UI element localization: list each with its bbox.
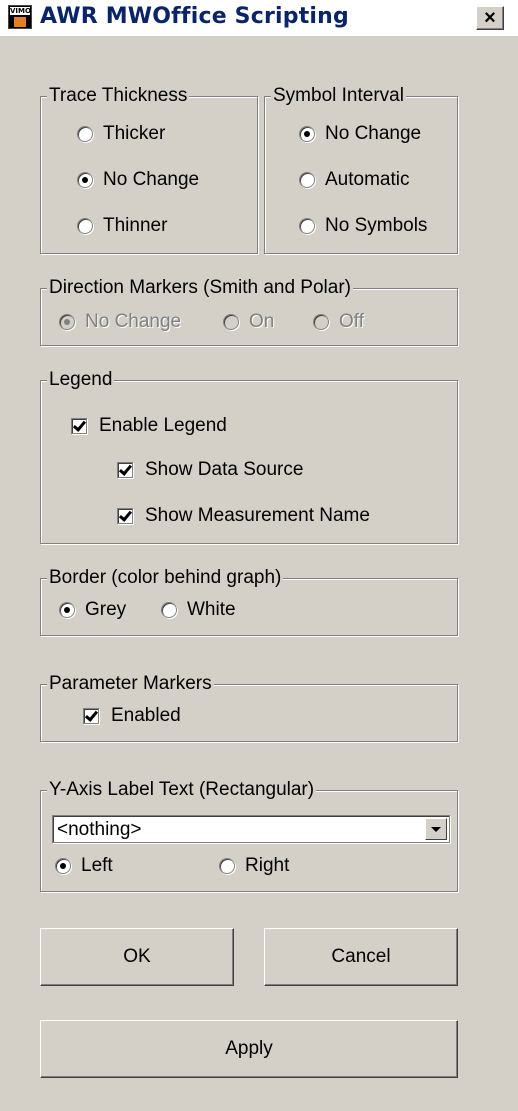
radio-circle-icon [55,858,71,874]
symbol-no-change-radio[interactable]: No Change [299,123,421,145]
radio-circle-icon [161,602,177,618]
symbol-no-symbols-radio[interactable]: No Symbols [299,215,427,237]
radio-circle-icon [299,172,315,188]
radio-circle-icon [77,126,93,142]
apply-button[interactable]: Apply [40,1020,458,1078]
direction-off-radio[interactable]: Off [313,311,364,333]
parameter-markers-enabled-checkbox[interactable]: Enabled [83,705,181,727]
radio-circle-icon [223,314,239,330]
border-white-radio[interactable]: White [161,599,236,621]
border-grey-radio[interactable]: Grey [59,599,126,621]
dialog-window: VIMO AWR MWOffice Scripting × Trace Thic… [0,0,518,1111]
direction-markers-label: Direction Markers (Smith and Polar) [47,276,353,300]
ok-button[interactable]: OK [40,928,234,986]
trace-thickness-label: Trace Thickness [47,84,190,108]
radio-circle-icon [299,218,315,234]
y-axis-right-radio[interactable]: Right [219,855,289,877]
show-data-source-checkbox[interactable]: Show Data Source [117,459,303,481]
close-icon: × [484,7,496,29]
radio-circle-icon [59,602,75,618]
trace-no-change-radio[interactable]: No Change [77,169,199,191]
radio-circle-icon [59,314,75,330]
radio-circle-icon [313,314,329,330]
chevron-down-icon[interactable] [425,818,447,840]
checkmark-icon [83,708,99,724]
y-axis-label-title: Y-Axis Label Text (Rectangular) [47,778,317,802]
checkmark-icon [117,508,133,524]
direction-no-change-radio[interactable]: No Change [59,311,181,333]
symbol-interval-label: Symbol Interval [271,84,406,108]
direction-on-radio[interactable]: On [223,311,274,333]
enable-legend-checkbox[interactable]: Enable Legend [71,415,227,437]
direction-markers-group: Direction Markers (Smith and Polar) No C… [40,276,458,346]
show-measurement-name-checkbox[interactable]: Show Measurement Name [117,505,370,527]
window-title: AWR MWOffice Scripting [40,4,349,29]
cancel-button[interactable]: Cancel [264,928,458,986]
title-bar[interactable]: VIMO AWR MWOffice Scripting × [0,0,518,37]
symbol-interval-group: Symbol Interval No Change Automatic No S… [264,84,458,254]
app-icon: VIMO [8,5,32,29]
checkmark-icon [117,462,133,478]
trace-thicker-radio[interactable]: Thicker [77,123,165,145]
border-group: Border (color behind graph) Grey White [40,566,458,636]
trace-thinner-radio[interactable]: Thinner [77,215,167,237]
border-label: Border (color behind graph) [47,566,284,590]
radio-circle-icon [77,172,93,188]
y-axis-left-radio[interactable]: Left [55,855,113,877]
legend-label: Legend [47,368,115,392]
close-button[interactable]: × [476,6,504,30]
parameter-markers-group: Parameter Markers Enabled [40,672,458,742]
radio-circle-icon [77,218,93,234]
y-axis-label-select[interactable]: <nothing> [52,815,450,843]
symbol-automatic-radio[interactable]: Automatic [299,169,409,191]
parameter-markers-label: Parameter Markers [47,672,214,696]
legend-group: Legend Enable Legend Show Data Source Sh… [40,368,458,544]
radio-circle-icon [219,858,235,874]
y-axis-label-value: <nothing> [57,819,142,840]
trace-thickness-group: Trace Thickness Thicker No Change Thinne… [40,84,258,254]
radio-circle-icon [299,126,315,142]
checkmark-icon [71,418,87,434]
